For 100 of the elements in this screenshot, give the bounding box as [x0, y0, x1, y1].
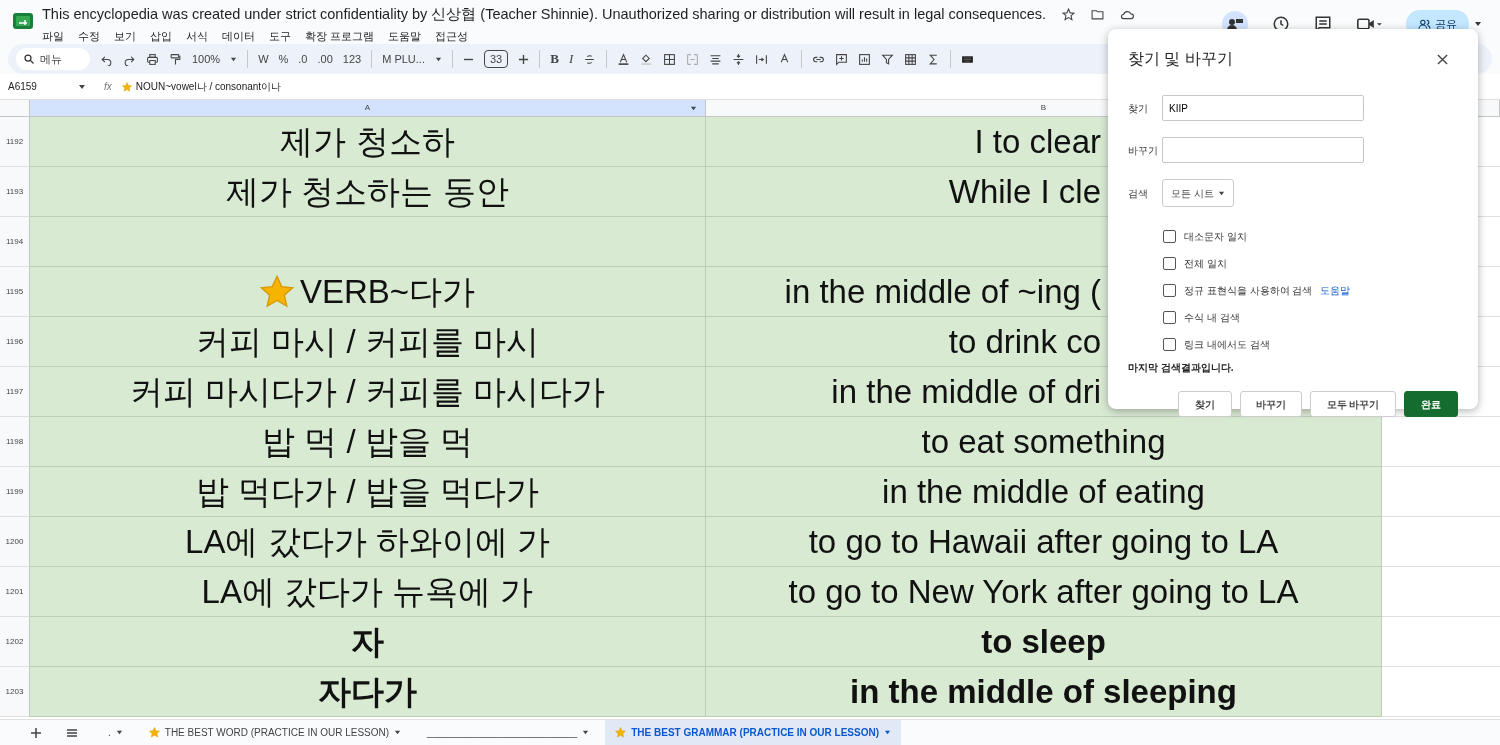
column-header[interactable]: A — [30, 100, 706, 117]
add-comment-icon[interactable] — [835, 52, 849, 66]
table-cell[interactable]: to eat something — [706, 417, 1382, 467]
cell-text: While I cle — [948, 171, 1101, 212]
align-icon[interactable] — [709, 52, 723, 66]
cell-text: in the middle of sleeping — [850, 671, 1237, 712]
menu-item[interactable]: 접근성 — [434, 28, 468, 45]
caret-icon[interactable] — [690, 104, 697, 112]
cell-text: 커피 마시다가 / 커피를 마시다가 — [130, 371, 605, 412]
scope-dropdown[interactable]: 모든 시트 — [1162, 179, 1234, 207]
checkbox[interactable] — [1163, 230, 1176, 243]
text-color-icon[interactable] — [617, 52, 631, 66]
star-icon — [615, 727, 627, 738]
strikethrough-icon[interactable] — [583, 52, 597, 66]
wrap-icon[interactable] — [755, 52, 769, 66]
merge-cells-icon[interactable] — [686, 52, 700, 66]
table-cell[interactable]: to go to New York after going to LA — [706, 567, 1382, 617]
paint-format-icon[interactable] — [169, 52, 182, 66]
menu-item[interactable]: 수정 — [78, 28, 100, 45]
cell-text: in the middle of ~ing ( — [784, 271, 1101, 312]
zoom-select[interactable]: 100% — [192, 50, 221, 68]
table-cell[interactable]: VERB~다가 — [30, 267, 706, 317]
caret-icon[interactable] — [434, 55, 442, 63]
cloud-icon[interactable] — [1120, 8, 1135, 22]
menu-item[interactable]: 도움말 — [387, 28, 421, 45]
format-button[interactable]: W — [258, 50, 269, 68]
sheet-tab[interactable]: THE BEST GRAMMAR (PRACTICE IN OUR LESSON) — [605, 719, 902, 745]
chart-icon[interactable] — [858, 52, 872, 66]
fill-color-icon[interactable] — [640, 52, 654, 66]
table-cell[interactable]: 제가 청소하 — [30, 117, 706, 167]
star-icon — [148, 727, 160, 738]
format-button[interactable]: .0 — [298, 50, 308, 68]
row-number: 1196 — [0, 317, 30, 367]
checkbox[interactable] — [1163, 257, 1176, 270]
close-icon[interactable] — [1437, 53, 1448, 65]
menu-item[interactable]: 삽입 — [150, 28, 172, 45]
sheet-tab[interactable]: . — [98, 719, 133, 745]
caret-icon — [115, 729, 123, 736]
menu-item[interactable]: 서식 — [186, 28, 208, 45]
sheets-logo-icon[interactable] — [12, 10, 34, 32]
table-cell[interactable]: 커피 마시다가 / 커피를 마시다가 — [30, 367, 706, 417]
menu-item[interactable]: 데이터 — [222, 28, 255, 45]
sheet-tab[interactable]: THE BEST WORD (PRACTICE IN OUR LESSON) — [138, 719, 412, 745]
checkbox[interactable] — [1163, 311, 1176, 324]
menu-icon[interactable] — [66, 726, 78, 739]
cell-text: I to clear — [974, 121, 1101, 162]
format-button[interactable]: .00 — [317, 50, 333, 68]
table-cell[interactable]: LA에 갔다가 하와이에 가 — [30, 517, 706, 567]
checkbox[interactable] — [1163, 284, 1176, 297]
dialog-button[interactable]: 바꾸기 — [1240, 391, 1302, 417]
search-field[interactable]: 메뉴 — [16, 48, 90, 70]
format-button[interactable]: 123 — [342, 50, 362, 68]
table-cell[interactable]: 자다가 — [30, 667, 706, 717]
plus-icon[interactable] — [30, 726, 42, 739]
table-cell[interactable]: 자 — [30, 617, 706, 667]
table-cell[interactable]: 커피 마시 / 커피를 마시 — [30, 317, 706, 367]
sheet-tab[interactable]: ___________________________ — [417, 719, 600, 745]
italic-button[interactable]: I — [568, 49, 574, 69]
menu-item[interactable]: 도구 — [269, 28, 291, 45]
bold-button[interactable]: B — [550, 49, 559, 69]
folder-icon[interactable] — [1091, 8, 1105, 22]
plus-icon[interactable] — [518, 53, 530, 65]
star-icon[interactable] — [1062, 8, 1076, 22]
font-size-field[interactable]: 33 — [483, 49, 509, 69]
cell-text: in the middle of dri — [831, 371, 1101, 412]
row-number: 1199 — [0, 467, 30, 517]
checkbox[interactable] — [1163, 338, 1176, 351]
table-cell[interactable]: 밥 먹다가 / 밥을 먹다가 — [30, 467, 706, 517]
input-field[interactable]: KIIP — [1162, 95, 1364, 121]
vertical-align-icon[interactable] — [732, 52, 746, 66]
caret-icon[interactable] — [78, 82, 86, 91]
table-cell[interactable]: in the middle of sleeping — [706, 667, 1382, 717]
table-cell[interactable]: 밥 먹 / 밥을 먹 — [30, 417, 706, 467]
table-cell[interactable]: in the middle of eating — [706, 467, 1382, 517]
dialog-button[interactable]: 찾기 — [1178, 391, 1232, 417]
cell-reference[interactable]: A6159 — [8, 79, 68, 94]
caret-icon[interactable] — [230, 55, 238, 63]
table-icon[interactable] — [904, 52, 918, 66]
table-cell[interactable] — [30, 217, 706, 267]
cell-text: LA에 갔다가 뉴욕에 가 — [201, 571, 534, 612]
video-camera-icon[interactable] — [1356, 16, 1382, 32]
table-cell[interactable]: to sleep — [706, 617, 1382, 667]
table-cell[interactable]: 제가 청소하는 동안 — [30, 167, 706, 217]
print-icon[interactable] — [146, 52, 159, 66]
cell-text: to drink co — [948, 321, 1101, 362]
dialog-button[interactable]: 모두 바꾸기 — [1310, 391, 1396, 417]
document-title[interactable]: This encyclopedia was created under strict confidentiality by 신상협 (Teacher Shinnie). Unauthorized sharing or distribution will result in legal consequences. — [42, 4, 1047, 26]
filter-icon[interactable] — [881, 52, 895, 66]
format-button[interactable]: % — [278, 50, 289, 68]
menu-item[interactable]: 확장 프로그램 — [305, 28, 374, 45]
menu-item[interactable]: 파일 — [42, 28, 64, 45]
table-cell[interactable]: LA에 갔다가 뉴욕에 가 — [30, 567, 706, 617]
search-icon — [23, 53, 35, 65]
font-select[interactable]: M PLU... — [382, 50, 425, 68]
borders-icon[interactable] — [663, 52, 677, 66]
input-field[interactable] — [1162, 137, 1364, 163]
menu-item[interactable]: 보기 — [114, 28, 136, 45]
table-cell[interactable]: to go to Hawaii after going to LA — [706, 517, 1382, 567]
help-link[interactable]: 도움말 — [1320, 283, 1351, 298]
done-button[interactable]: 완료 — [1404, 391, 1458, 417]
